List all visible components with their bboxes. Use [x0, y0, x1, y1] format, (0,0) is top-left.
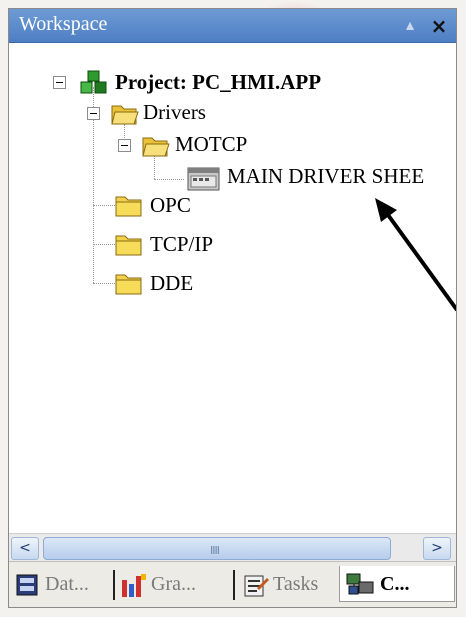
- comm-icon: [346, 573, 374, 595]
- tree-node-opc[interactable]: OPC: [150, 193, 191, 218]
- workspace-panel: Workspace ▲ × Project: PC_HMI.APP Driver…: [8, 8, 457, 608]
- tree-connector: [154, 179, 184, 180]
- collapse-drivers-toggle[interactable]: [87, 107, 100, 120]
- collapse-project-toggle[interactable]: [53, 76, 66, 89]
- database-icon: [16, 574, 38, 596]
- folder-open-icon: [111, 105, 139, 125]
- project-cubes-icon: [80, 70, 107, 94]
- collapse-motcp-toggle[interactable]: [118, 139, 131, 152]
- tree-node-project[interactable]: Project: PC_HMI.APP: [115, 70, 321, 95]
- tree-connector: [93, 205, 115, 206]
- scroll-right-button[interactable]: >: [423, 537, 451, 560]
- tree-node-tcpip[interactable]: TCP/IP: [150, 232, 213, 257]
- folder-icon: [115, 274, 142, 295]
- tab-communication[interactable]: C...: [339, 566, 455, 602]
- tree-node-motcp[interactable]: MOTCP: [175, 132, 247, 157]
- tab-communication-label: C...: [380, 573, 410, 595]
- tree-node-dde[interactable]: DDE: [150, 271, 193, 296]
- tab-separator: [233, 570, 235, 600]
- tree-node-drivers[interactable]: Drivers: [143, 100, 206, 125]
- scroll-left-button[interactable]: <: [11, 537, 39, 560]
- tab-database[interactable]: Dat...: [15, 566, 111, 602]
- tab-tasks-label: Tasks: [273, 573, 319, 595]
- workspace-tabbar: Dat... Gra... Tasks C...: [9, 561, 456, 607]
- horizontal-scrollbar[interactable]: < IIII >: [9, 533, 456, 561]
- tree-connector: [93, 283, 115, 284]
- tasks-icon: [244, 575, 269, 597]
- tab-database-label: Dat...: [45, 573, 89, 595]
- scroll-thumb-grip: IIII: [210, 544, 220, 557]
- tab-graphics-label: Gra...: [151, 573, 196, 595]
- driver-sheet-icon: [187, 167, 220, 191]
- pin-icon[interactable]: ▲: [401, 19, 419, 35]
- tab-graphics[interactable]: Gra...: [121, 566, 227, 602]
- folder-icon: [115, 196, 142, 217]
- folder-open-icon: [142, 137, 170, 157]
- annotation-arrow: [375, 198, 456, 312]
- graphics-icon: [122, 574, 146, 597]
- panel-title: Workspace: [19, 13, 108, 35]
- scroll-thumb[interactable]: IIII: [43, 537, 391, 560]
- panel-titlebar[interactable]: Workspace ▲ ×: [9, 9, 456, 43]
- folder-icon: [115, 235, 142, 256]
- tree-connector: [93, 244, 115, 245]
- close-button[interactable]: ×: [427, 15, 451, 37]
- tab-tasks[interactable]: Tasks: [243, 566, 341, 602]
- tab-separator: [113, 570, 115, 600]
- workspace-tree: Project: PC_HMI.APP Drivers MOTCP MAIN D…: [9, 43, 456, 533]
- tree-node-main-driver-sheet[interactable]: MAIN DRIVER SHEE: [227, 164, 424, 189]
